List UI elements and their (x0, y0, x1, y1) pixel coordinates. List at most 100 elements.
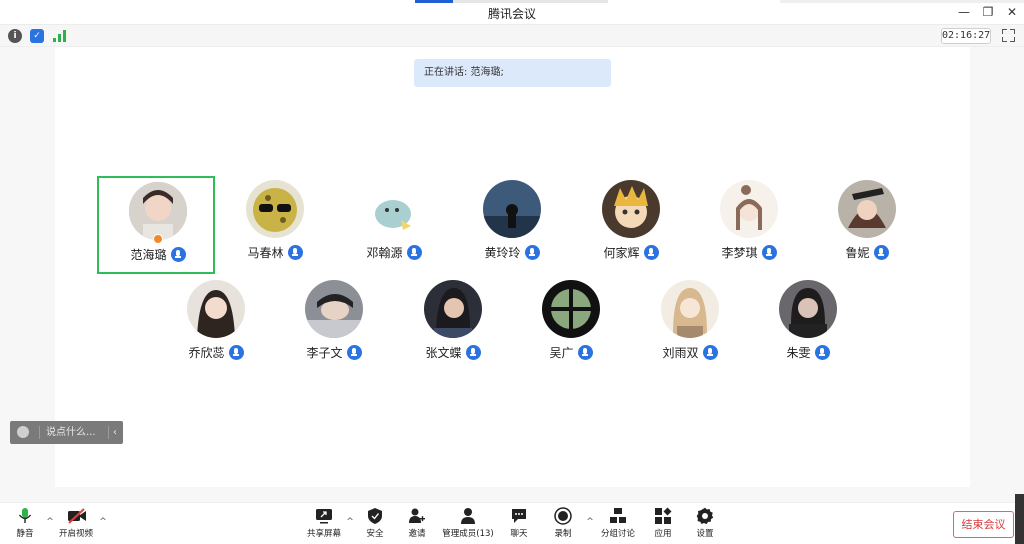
add-user-icon (408, 507, 426, 525)
shield-icon (366, 507, 384, 525)
participant-tile[interactable]: 黄玲玲 (453, 176, 571, 274)
avatar (838, 180, 896, 238)
record-options-chevron-icon[interactable]: ^ (585, 517, 595, 527)
record-button[interactable]: 录制 (551, 507, 575, 543)
participant-name-row: 张文蝶 (394, 344, 512, 361)
shield-icon[interactable]: ✓ (30, 29, 44, 43)
breakout-rooms-button[interactable]: 分组讨论 (599, 507, 637, 543)
mic-icon (406, 245, 422, 260)
mic-icon (346, 345, 362, 360)
mic-icon (761, 245, 777, 260)
participant-tile[interactable]: 李梦琪 (690, 176, 808, 274)
avatar (602, 180, 660, 238)
participant-name: 李梦琪 (721, 246, 758, 260)
signal-icon[interactable] (53, 30, 67, 42)
avatar (246, 180, 304, 238)
participant-name-row: 李梦琪 (690, 244, 808, 261)
avatar (542, 280, 600, 338)
start-video-button[interactable]: 开启视频 (56, 507, 96, 543)
mute-options-chevron-icon[interactable]: ^ (45, 517, 55, 527)
participant-name-row: 范海璐 (99, 246, 217, 263)
participant-tile[interactable]: 邓翰源 (335, 176, 453, 274)
participant-name-row: 李子文 (275, 344, 393, 361)
avatar (779, 280, 837, 338)
bottom-toolbar: 静音 ^ 开启视频 ^ 共享屏幕 ^ 安全 邀请 管理成员(13) 聊天 录制 … (0, 502, 1024, 544)
minimize-button[interactable]: — (954, 4, 974, 20)
participant-tile[interactable]: 李子文 (275, 276, 393, 374)
share-screen-icon (315, 507, 333, 525)
participant-name: 黄玲玲 (484, 246, 521, 260)
mic-icon (170, 247, 186, 262)
speaking-indicator: 正在讲话: 范海璐; (414, 59, 611, 87)
members-icon (459, 507, 477, 525)
security-button[interactable]: 安全 (363, 507, 387, 543)
window-edge (1015, 494, 1024, 544)
chat-button[interactable]: 聊天 (507, 507, 531, 543)
participant-name: 邓翰源 (366, 246, 403, 260)
avatar (483, 180, 541, 238)
participant-tile[interactable]: 乔欣蕊 (157, 276, 275, 374)
chat-placeholder: 说点什么... (46, 427, 96, 438)
participant-tile[interactable]: 马春林 (216, 176, 334, 274)
participant-name: 刘雨双 (662, 346, 699, 360)
participant-name: 吴广 (549, 346, 574, 360)
info-icon[interactable]: i (8, 29, 22, 43)
window-title: 腾讯会议 (487, 7, 536, 21)
participant-name: 鲁妮 (845, 246, 870, 260)
mic-icon (643, 245, 659, 260)
participant-tile[interactable]: 何家辉 (572, 176, 690, 274)
mic-icon (524, 245, 540, 260)
participant-name-row: 吴广 (512, 344, 630, 361)
participant-name: 朱雯 (786, 346, 811, 360)
mic-icon (873, 245, 889, 260)
participant-tile[interactable]: 吴广 (512, 276, 630, 374)
record-icon (554, 507, 572, 525)
camera-off-icon (67, 507, 86, 525)
breakout-icon (609, 507, 627, 525)
invite-button[interactable]: 邀请 (405, 507, 429, 543)
collapse-chevron-icon[interactable]: ‹ (113, 421, 117, 444)
settings-button[interactable]: 设置 (693, 507, 717, 543)
avatar (365, 180, 423, 238)
share-screen-button[interactable]: 共享屏幕 (305, 507, 343, 543)
participant-tile[interactable]: 张文蝶 (394, 276, 512, 374)
mic-icon (577, 345, 593, 360)
mic-icon (702, 345, 718, 360)
manage-members-button[interactable]: 管理成员(13) (442, 507, 494, 543)
video-options-chevron-icon[interactable]: ^ (98, 517, 108, 527)
meeting-timer: 02:16:27 (941, 28, 991, 44)
emoji-icon[interactable] (17, 426, 29, 438)
participant-tile[interactable]: 鲁妮 (808, 176, 926, 274)
participant-name-row: 何家辉 (572, 244, 690, 261)
microphone-icon (16, 507, 34, 525)
tab-strip (453, 0, 608, 3)
avatar (129, 182, 187, 240)
participant-tile[interactable]: 刘雨双 (631, 276, 749, 374)
avatar (424, 280, 482, 338)
avatar (187, 280, 245, 338)
end-meeting-button[interactable]: 结束会议 (953, 511, 1014, 538)
restore-button[interactable]: ❐ (978, 4, 998, 20)
host-badge (153, 234, 163, 244)
participant-name: 乔欣蕊 (188, 346, 225, 360)
mute-button[interactable]: 静音 (12, 507, 38, 543)
share-options-chevron-icon[interactable]: ^ (345, 517, 355, 527)
participant-name-row: 马春林 (216, 244, 334, 261)
mic-icon (287, 245, 303, 260)
participant-name: 范海璐 (130, 248, 167, 262)
status-bar: i ✓ 02:16:27 (0, 25, 1024, 47)
mic-icon (465, 345, 481, 360)
participant-tile[interactable]: 范海璐 (97, 176, 215, 274)
participant-name-row: 黄玲玲 (453, 244, 571, 261)
chat-quick-input[interactable]: 说点什么... ‹ (10, 421, 123, 444)
participant-tile[interactable]: 朱雯 (749, 276, 867, 374)
participant-name: 何家辉 (603, 246, 640, 260)
participant-name-row: 乔欣蕊 (157, 344, 275, 361)
fullscreen-icon[interactable] (1002, 29, 1015, 42)
apps-button[interactable]: 应用 (651, 507, 675, 543)
mic-icon (228, 345, 244, 360)
apps-icon (654, 507, 672, 525)
close-button[interactable]: ✕ (1002, 4, 1022, 20)
chat-icon (510, 507, 528, 525)
avatar (305, 280, 363, 338)
